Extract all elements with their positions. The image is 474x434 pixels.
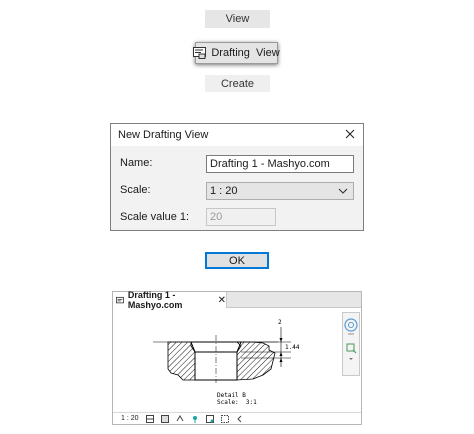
create-panel-text: Create — [220, 77, 255, 90]
chevron-down-icon — [338, 188, 348, 194]
steering-wheel-icon[interactable] — [343, 317, 359, 337]
navigation-bar — [342, 312, 360, 376]
scale-value-input: 20 — [206, 208, 276, 226]
dialog-title: New Drafting View — [118, 129, 209, 141]
drafting-view-doc-tab[interactable]: Drafting 1 - Mashyo.com ✕ — [113, 290, 227, 310]
doc-tab-close-icon[interactable]: ✕ — [218, 295, 226, 306]
chevron-left-icon[interactable] — [236, 415, 244, 423]
name-input-value: Drafting 1 - Mashyo.com — [210, 158, 330, 170]
new-drafting-view-dialog: New Drafting View Name: Drafting 1 - Mas… — [110, 123, 364, 231]
dim-top-text: 2 — [278, 319, 282, 326]
drafting-canvas[interactable]: 2 1.44 Detail B Scale: 3:1 — [113, 309, 361, 412]
dim-side-text: 1.44 — [285, 344, 300, 351]
visual-style-icon[interactable] — [160, 414, 169, 423]
dim-arrow-3 — [279, 358, 283, 362]
zoom-icon[interactable] — [343, 341, 359, 363]
scale-value-number: 20 — [210, 211, 223, 223]
worksharing-display-icon[interactable] — [220, 414, 229, 423]
dialog-titlebar: New Drafting View — [111, 124, 363, 146]
detail-title: Detail B — [217, 392, 246, 399]
dialog-close-button[interactable] — [343, 127, 357, 141]
detail-level-icon[interactable] — [145, 414, 154, 423]
drafting-view-icon — [193, 47, 207, 59]
view-tab-bar: Drafting 1 - Mashyo.com ✕ — [113, 290, 361, 310]
detail-drawing: 2 1.44 Detail B Scale: 3:1 — [153, 319, 300, 406]
create-panel-label: Create — [205, 75, 270, 92]
right-hatch-region — [236, 341, 276, 381]
reveal-hidden-icon[interactable] — [205, 414, 214, 423]
drafting-view-button[interactable]: Drafting View — [193, 42, 280, 64]
name-input[interactable]: Drafting 1 - Mashyo.com — [206, 155, 354, 173]
dim-arrow-2 — [279, 352, 283, 356]
ok-button-label: OK — [229, 254, 245, 267]
view-tab[interactable]: View — [205, 10, 270, 28]
drafting-view-small-icon — [116, 296, 124, 303]
scale-select[interactable]: 1 : 20 — [206, 182, 354, 200]
status-scale[interactable]: 1 : 20 — [121, 415, 139, 422]
ok-button[interactable]: OK — [205, 252, 269, 269]
view-tab-label: View — [225, 13, 250, 25]
scale-select-value: 1 : 20 — [210, 185, 238, 197]
scale-label: Scale: — [120, 184, 151, 196]
drafting-view-label: Drafting View — [211, 47, 280, 59]
detail-scale: Scale: 3:1 — [217, 399, 257, 406]
drafting-view-window: Drafting 1 - Mashyo.com ✕ 2 1.44 Detail … — [112, 290, 362, 425]
scale-value-label: Scale value 1: — [120, 211, 190, 223]
dim-arrow-1 — [279, 338, 283, 342]
close-icon — [345, 129, 355, 139]
view-control-bar: 1 : 20 — [113, 412, 361, 424]
temporary-hide-icon[interactable] — [191, 415, 199, 423]
crop-view-icon[interactable] — [176, 414, 184, 423]
doc-tab-title: Drafting 1 - Mashyo.com — [127, 290, 183, 310]
name-label: Name: — [120, 157, 153, 169]
left-hatch-region — [167, 341, 196, 381]
